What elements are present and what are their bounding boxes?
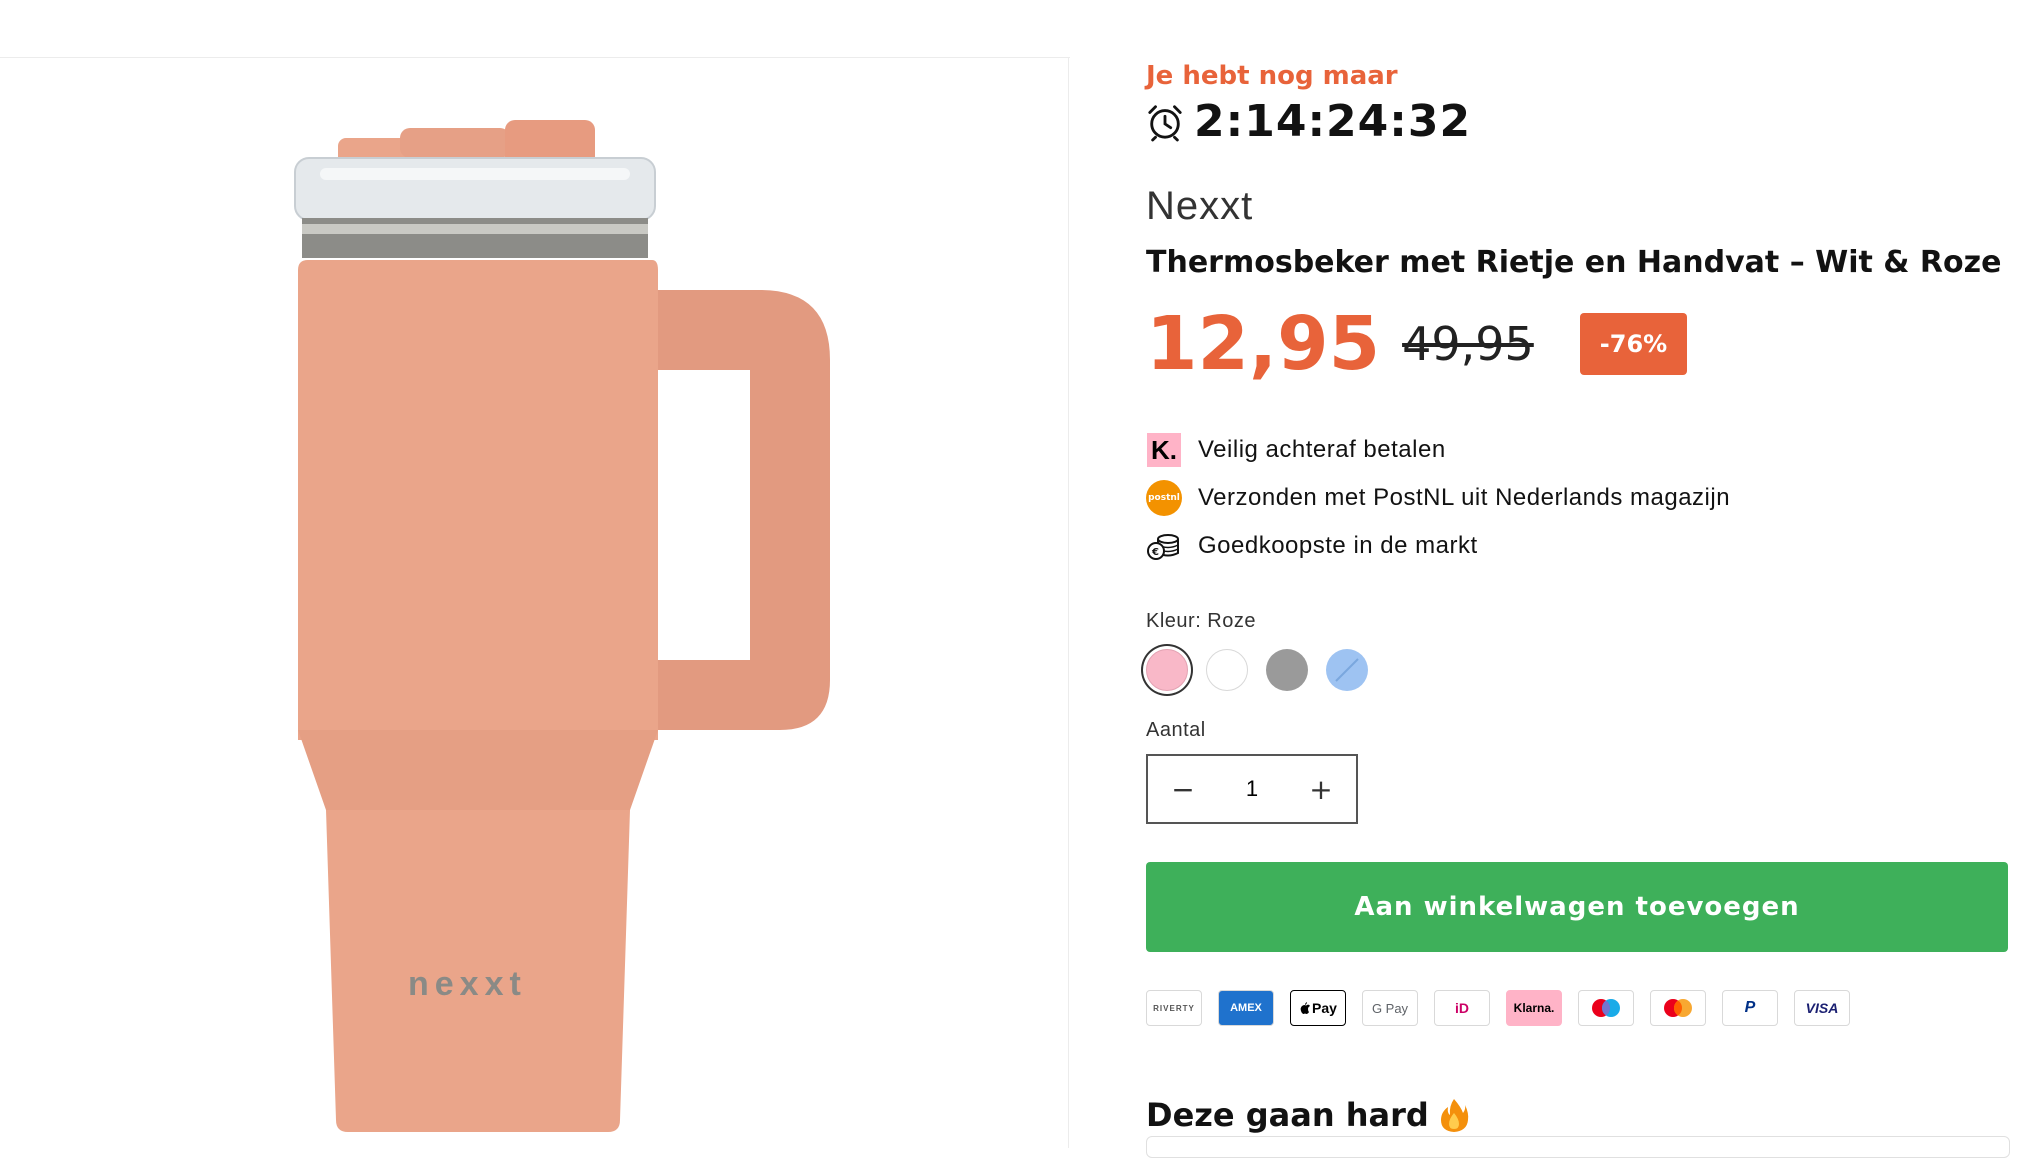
usp-text: Verzonden met PostNL uit Nederlands maga… — [1198, 484, 1731, 511]
product-info: Je hebt nog maar 2:14:24:32 Nexxt Thermo… — [1146, 60, 2008, 1134]
swatch-roze[interactable] — [1146, 649, 1188, 691]
countdown-value: 2:14:24:32 — [1194, 96, 1472, 147]
usp-list: K. Veilig achteraf betalen postnl Verzon… — [1146, 426, 2006, 570]
quantity-label: Aantal — [1146, 719, 1206, 741]
apple-icon — [1300, 1001, 1311, 1014]
color-label: Kleur: Roze — [1146, 610, 1256, 632]
sale-price: 12,95 — [1146, 301, 1381, 387]
quantity-input[interactable] — [1220, 775, 1284, 803]
alarm-clock-icon — [1148, 105, 1182, 142]
swatch-grijs[interactable] — [1266, 649, 1308, 691]
payment-maestro-icon — [1578, 990, 1634, 1026]
countdown-label: Je hebt nog maar — [1146, 61, 1398, 91]
product-vendor: Nexxt — [1146, 184, 1254, 228]
related-product-card[interactable] — [1146, 1136, 2010, 1158]
related-title-text: Deze gaan hard — [1146, 1096, 1429, 1134]
usp-text: Veilig achteraf betalen — [1198, 436, 1446, 463]
payment-googlepay-icon: G Pay — [1362, 990, 1418, 1026]
payment-visa-icon: VISA — [1794, 990, 1850, 1026]
klarna-k-icon: K. — [1147, 433, 1181, 467]
payment-amex-icon: AMEX — [1218, 990, 1274, 1026]
usp-item: K. Veilig achteraf betalen — [1146, 426, 2006, 474]
product-title: Thermosbeker met Rietje en Handvat – Wit… — [1146, 245, 2002, 280]
add-to-cart-button[interactable]: Aan winkelwagen toevoegen — [1146, 862, 2008, 952]
coins-icon: € — [1147, 534, 1179, 560]
discount-badge: -76% — [1579, 313, 1688, 375]
color-swatches — [1146, 649, 2006, 691]
payment-methods: RIVERTY AMEX Pay G Pay iD Klarna. P VISA — [1146, 990, 2006, 1026]
brand-mark: nexxt — [408, 965, 527, 1003]
related-section-title: Deze gaan hard — [1146, 1096, 2006, 1134]
usp-text: Goedkoopste in de markt — [1198, 532, 1478, 559]
payment-paypal-icon: P — [1722, 990, 1778, 1026]
usp-item: postnl Verzonden met PostNL uit Nederlan… — [1146, 474, 2006, 522]
fire-icon — [1440, 1099, 1469, 1132]
quantity-stepper: − + — [1146, 754, 1358, 824]
quantity-minus-button[interactable]: − — [1148, 773, 1218, 806]
payment-riverty-icon: RIVERTY — [1146, 990, 1202, 1026]
countdown-timer: 2:14:24:32 — [1146, 98, 2006, 146]
swatch-wit[interactable] — [1206, 649, 1248, 691]
price-row: 12,95 49,95 -76% — [1146, 304, 2006, 384]
payment-applepay-icon: Pay — [1290, 990, 1346, 1026]
payment-ideal-icon: iD — [1434, 990, 1490, 1026]
compare-price: 49,95 — [1402, 317, 1534, 371]
quantity-plus-button[interactable]: + — [1286, 773, 1356, 806]
swatch-blauw[interactable] — [1326, 649, 1368, 691]
postnl-icon: postnl — [1146, 480, 1182, 516]
svg-text:€: € — [1151, 547, 1159, 558]
usp-item: € Goedkoopste in de markt — [1146, 522, 2006, 570]
product-image[interactable]: nexxt — [290, 120, 840, 1140]
payment-klarna-icon: Klarna. — [1506, 990, 1562, 1026]
payment-mastercard-icon — [1650, 990, 1706, 1026]
applepay-label: Pay — [1312, 1000, 1337, 1016]
unavailable-slash-icon — [1335, 658, 1359, 682]
